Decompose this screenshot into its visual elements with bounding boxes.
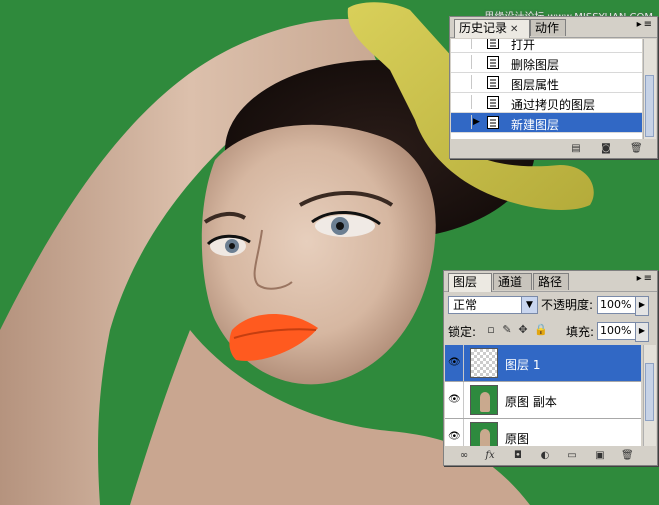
history-snapshot-checkbox[interactable] xyxy=(457,55,472,69)
history-item-selected[interactable]: ▶ 新建图层 xyxy=(451,113,642,133)
history-item[interactable]: 图层属性 xyxy=(451,73,642,93)
history-list: 打开 删除图层 图层属性 通过拷贝的图层 ▶ 新建图层 xyxy=(451,39,642,139)
tab-label: 图层 xyxy=(453,275,478,289)
folder-icon[interactable]: ▭ xyxy=(566,450,578,461)
layer-row[interactable]: 👁 原图 副本 xyxy=(445,382,641,419)
layer-list: 👁 图层 1 👁 原图 副本 👁 原图 xyxy=(445,345,641,446)
close-icon[interactable]: ✕ xyxy=(510,24,518,35)
fill-label: 填充: xyxy=(566,325,595,339)
opacity-slider-arrow-icon[interactable]: ▶ xyxy=(635,296,649,316)
layer-thumbnail[interactable] xyxy=(470,385,498,415)
document-state-icon xyxy=(487,116,499,129)
document-state-icon xyxy=(487,39,499,49)
new-document-from-state-icon[interactable]: ▤ xyxy=(570,143,582,154)
history-footer: ▤ ◙ 🗑 xyxy=(450,140,657,158)
trash-icon[interactable]: 🗑 xyxy=(630,143,643,154)
panel-menu-icon[interactable]: ▸≡ xyxy=(637,19,654,30)
tab-label: 历史记录 xyxy=(459,21,508,35)
row-divider xyxy=(463,419,464,446)
lock-label: 锁定: xyxy=(448,325,477,339)
lock-transparent-icon[interactable]: ▫ xyxy=(485,324,497,336)
lock-brush-icon[interactable]: ✎ xyxy=(501,324,513,336)
eye-visibility-icon[interactable]: 👁 xyxy=(448,431,461,442)
history-panel: 历史记录 ✕ 动作 ▸≡ 打开 删除图层 图层属性 通过拷贝的图层 ▶ 新建图层… xyxy=(449,16,658,159)
history-snapshot-checkbox[interactable] xyxy=(457,95,472,109)
panel-menu-icon[interactable]: ▸≡ xyxy=(637,273,654,284)
trash-icon[interactable]: 🗑 xyxy=(621,450,634,461)
layers-panel: 图层✕ 通道 路径 ▸≡ 正常 ▼ 不透明度: 100% ▶ 锁定: ▫ ✎ ✥… xyxy=(443,270,658,466)
lock-row: 锁定: ▫ ✎ ✥ 🔒 填充: 100% ▶ xyxy=(444,319,657,343)
fill-value: 100% xyxy=(600,324,632,337)
layer-thumbnail[interactable] xyxy=(470,422,498,446)
opacity-value: 100% xyxy=(600,298,632,311)
fill-input[interactable]: 100% ▶ xyxy=(597,322,649,342)
lock-move-icon[interactable]: ✥ xyxy=(517,324,529,336)
history-item[interactable]: 打开 xyxy=(451,39,642,53)
fx-icon[interactable]: fx xyxy=(484,450,496,461)
document-state-icon xyxy=(487,76,499,89)
history-item-label: 打开 xyxy=(511,39,536,52)
history-state-pointer-icon[interactable]: ▶ xyxy=(473,117,480,127)
history-tabbar: 历史记录 ✕ 动作 ▸≡ xyxy=(450,17,657,38)
opacity-input[interactable]: 100% ▶ xyxy=(597,296,649,316)
adjustment-icon[interactable]: ◐ xyxy=(539,450,551,461)
tab-history[interactable]: 历史记录 ✕ xyxy=(454,19,530,38)
row-divider xyxy=(463,345,464,381)
mask-icon[interactable]: ◘ xyxy=(512,450,524,461)
eye-visibility-icon[interactable]: 👁 xyxy=(448,394,461,405)
layer-name[interactable]: 原图 xyxy=(505,430,529,446)
tab-paths[interactable]: 路径 xyxy=(533,273,569,290)
history-item[interactable]: 通过拷贝的图层 xyxy=(451,93,642,113)
layer-row-selected[interactable]: 👁 图层 1 xyxy=(445,345,641,382)
blend-mode-select[interactable]: 正常 ▼ xyxy=(448,296,538,314)
camera-snapshot-icon[interactable]: ◙ xyxy=(600,143,612,154)
history-snapshot-checkbox[interactable] xyxy=(457,39,472,49)
link-icon[interactable]: ∞ xyxy=(458,450,470,461)
layer-row[interactable]: 👁 原图 xyxy=(445,419,641,446)
tab-actions[interactable]: 动作 xyxy=(530,19,566,36)
opacity-label: 不透明度: xyxy=(541,298,594,312)
history-item-label: 图层属性 xyxy=(511,78,560,92)
tab-label: 通道 xyxy=(498,275,523,289)
fill-slider-arrow-icon[interactable]: ▶ xyxy=(635,322,649,342)
blend-mode-value: 正常 xyxy=(453,298,478,312)
tab-layers[interactable]: 图层✕ xyxy=(448,273,492,306)
history-item-label: 删除图层 xyxy=(511,58,560,72)
row-divider xyxy=(463,382,464,418)
layers-footer: ∞ fx ◘ ◐ ▭ ▣ 🗑 xyxy=(444,447,657,465)
document-state-icon xyxy=(487,96,499,109)
tab-label: 动作 xyxy=(535,21,560,35)
tab-channels[interactable]: 通道 xyxy=(493,273,532,290)
tab-label: 路径 xyxy=(538,275,563,289)
history-item-label: 通过拷贝的图层 xyxy=(511,98,596,112)
layers-tabbar: 图层✕ 通道 路径 ▸≡ xyxy=(444,271,657,306)
layer-name[interactable]: 原图 副本 xyxy=(505,393,557,410)
lock-all-icon[interactable]: 🔒 xyxy=(534,324,548,336)
history-scrollbar[interactable] xyxy=(643,39,656,139)
scrollbar-thumb[interactable] xyxy=(645,75,654,137)
chevron-down-icon[interactable]: ▼ xyxy=(521,297,537,313)
scrollbar-thumb[interactable] xyxy=(645,363,654,421)
document-state-icon xyxy=(487,56,499,69)
history-item[interactable]: 删除图层 xyxy=(451,53,642,73)
eye-visibility-icon[interactable]: 👁 xyxy=(448,357,461,368)
history-item-label: 新建图层 xyxy=(511,118,560,132)
layer-name[interactable]: 图层 1 xyxy=(505,356,540,373)
new-layer-icon[interactable]: ▣ xyxy=(594,450,606,461)
history-snapshot-checkbox[interactable] xyxy=(457,115,472,129)
layers-scrollbar[interactable] xyxy=(643,345,656,446)
layer-thumbnail[interactable] xyxy=(470,348,498,378)
history-snapshot-checkbox[interactable] xyxy=(457,75,472,89)
blend-row: 正常 ▼ 不透明度: 100% ▶ xyxy=(444,293,657,317)
